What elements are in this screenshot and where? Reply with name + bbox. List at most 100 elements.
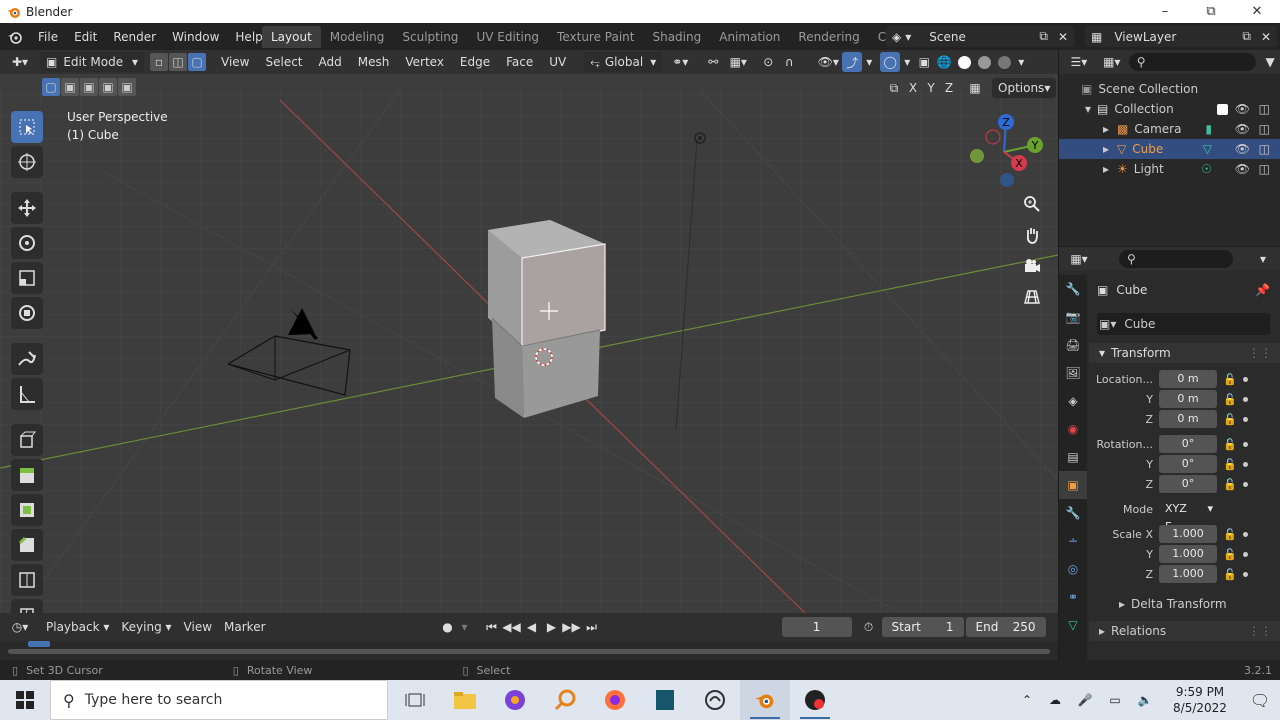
modifier-tab-icon[interactable]: 🔧 [1059, 499, 1087, 527]
menu-uv[interactable]: UV [541, 55, 574, 69]
scene-tab-icon[interactable]: ◈ [1059, 387, 1087, 415]
physics-tab-icon[interactable]: ◎ [1059, 555, 1087, 583]
new-scene-icon[interactable]: ⧉ [1039, 29, 1048, 44]
close-button[interactable]: ✕ [1234, 0, 1280, 23]
app-circle-icon[interactable] [490, 680, 540, 720]
falloff-icon[interactable]: ∩ [778, 52, 800, 72]
overlay-toggle-icon[interactable]: ◯ [880, 52, 901, 72]
gizmo-toggle-icon[interactable]: ⤴ [842, 52, 863, 72]
timeline-editor-type-icon[interactable]: ◷▾ [0, 617, 40, 637]
jump-start-icon[interactable]: ⏮ [482, 617, 502, 637]
lock-icon[interactable]: 🔓 [1223, 372, 1237, 386]
snap-icon[interactable]: ⚯ [702, 52, 724, 72]
menu-edit[interactable]: Edit [66, 30, 105, 44]
minimize-button[interactable]: – [1142, 0, 1188, 23]
select-subtract-icon[interactable]: ▣ [80, 78, 98, 96]
options-dropdown[interactable]: Options ▾ [992, 78, 1056, 98]
proportional-edit-icon[interactable]: ⊙ [758, 52, 778, 72]
delta-transform-panel[interactable]: ▸ Delta Transform [1089, 594, 1280, 614]
lock-icon[interactable]: 🔓 [1223, 477, 1237, 491]
tray-network-icon[interactable]: ☁ [1040, 693, 1070, 707]
lock-icon[interactable]: 🔓 [1223, 392, 1237, 406]
keyframe-dot-icon[interactable] [1243, 416, 1248, 422]
outliner-item-cube[interactable]: ▸ ▽ Cube ▽ 👁 ◫ [1059, 139, 1280, 159]
select-box-new-icon[interactable]: ▢ [42, 78, 60, 96]
camera-data-icon[interactable]: ▮ [1205, 122, 1212, 136]
timeline-scrubber[interactable] [0, 641, 1058, 660]
chevron-down-icon[interactable]: ▾ [862, 52, 876, 72]
delete-scene-icon[interactable]: ✕ [1058, 30, 1068, 44]
tab-modeling[interactable]: Modeling [321, 26, 394, 48]
outliner-item-camera[interactable]: ▸ ▩ Camera ▮ 👁 ◫ [1059, 119, 1280, 139]
current-frame-field[interactable]: 1 [781, 617, 852, 637]
timeline-scrollbar[interactable] [8, 649, 1050, 654]
scene-selector[interactable]: ◈ ▾ Scene ⧉ ✕ [886, 26, 1074, 47]
visibility-icon[interactable]: 👁▾ [814, 52, 842, 72]
tray-battery-icon[interactable]: ▭ [1100, 693, 1130, 707]
extrude-tool-icon[interactable] [11, 459, 43, 491]
scale-y-field[interactable]: 1.000 [1159, 545, 1217, 563]
menu-edge[interactable]: Edge [452, 55, 498, 69]
collection-checkbox[interactable] [1217, 103, 1228, 115]
render-camera-icon[interactable]: ◫ [1259, 142, 1270, 156]
display-mode-icon[interactable]: ▦▾ [1099, 52, 1125, 72]
collection-tab-icon[interactable]: ▤ [1059, 443, 1087, 471]
bevel-tool-icon[interactable] [11, 529, 43, 561]
navigation-gizmo[interactable]: Z Y X [962, 112, 1048, 192]
taskbar-clock[interactable]: 9:59 PM 8/5/2022 [1160, 684, 1240, 716]
menu-marker[interactable]: Marker [218, 620, 271, 634]
next-keyframe-icon[interactable]: ▶▶ [562, 617, 582, 637]
render-tab-icon[interactable]: 📷 [1059, 303, 1087, 331]
delete-viewlayer-icon[interactable]: ✕ [1261, 30, 1271, 44]
vertex-select-icon[interactable]: ▫ [150, 53, 168, 71]
transform-tool-icon[interactable] [11, 297, 43, 329]
mirror-x-toggle[interactable]: X [904, 78, 922, 98]
lock-icon[interactable]: 🔓 [1223, 547, 1237, 561]
keyframe-dot-icon[interactable] [1243, 551, 1248, 557]
keyframe-dot-icon[interactable] [1243, 376, 1248, 382]
properties-editor-type-icon[interactable]: ▦▾ [1059, 249, 1099, 269]
tray-chevron-up-icon[interactable]: ⌃ [1014, 693, 1040, 707]
xray-toggle-icon[interactable]: ▣ [914, 52, 934, 72]
location-x-field[interactable]: 0 m [1159, 370, 1217, 388]
tab-animation[interactable]: Animation [710, 26, 789, 48]
menu-vertex[interactable]: Vertex [397, 55, 452, 69]
new-viewlayer-icon[interactable]: ⧉ [1242, 29, 1251, 44]
end-frame-field[interactable]: End 250 [965, 617, 1046, 637]
constraints-tab-icon[interactable]: ⚭ [1059, 583, 1087, 611]
blender-menu-icon[interactable] [0, 30, 30, 44]
select-invert-icon[interactable]: ▣ [99, 78, 117, 96]
location-y-field[interactable]: 0 m [1159, 390, 1217, 408]
tool-tab-icon[interactable]: 🔧 [1059, 275, 1087, 303]
inset-tool-icon[interactable] [11, 494, 43, 526]
object-tab-icon[interactable]: ▣ [1059, 471, 1087, 499]
scale-z-field[interactable]: 1.000 [1159, 565, 1217, 583]
chevron-down-icon[interactable]: ▾ [458, 617, 472, 637]
render-camera-icon[interactable]: ◫ [1259, 122, 1270, 136]
menu-window[interactable]: Window [164, 30, 227, 44]
visibility-eye-icon[interactable]: 👁 [1235, 102, 1250, 116]
rotation-x-field[interactable]: 0° [1159, 435, 1217, 453]
maximize-button[interactable]: ⧉ [1188, 0, 1234, 23]
chevron-down-icon[interactable]: ▾ [900, 52, 914, 72]
move-tool-icon[interactable] [11, 192, 43, 224]
keyframe-dot-icon[interactable] [1243, 481, 1248, 487]
mirror-y-toggle[interactable]: Y [922, 78, 940, 98]
lock-icon[interactable]: 🔓 [1223, 412, 1237, 426]
menu-add[interactable]: Add [311, 55, 350, 69]
recorder-app-icon[interactable] [790, 680, 840, 720]
visibility-eye-icon[interactable]: 👁 [1235, 122, 1250, 136]
drag-handle-icon[interactable]: ⋮⋮ [1248, 346, 1272, 360]
relations-panel-header[interactable]: ▸ Relations ⋮⋮ [1089, 621, 1280, 641]
loop-cut-tool-icon[interactable] [11, 564, 43, 596]
lock-icon[interactable]: 🔓 [1223, 527, 1237, 541]
task-view-icon[interactable] [390, 680, 440, 720]
keyframe-dot-icon[interactable] [1243, 441, 1248, 447]
taskbar-search-input[interactable]: ⚲ Type here to search [50, 680, 388, 720]
knife-tool-icon[interactable] [11, 599, 43, 613]
pan-hand-icon[interactable] [1018, 221, 1046, 249]
pivot-point-icon[interactable]: ⚭▾ [666, 52, 694, 72]
auto-merge-icon[interactable]: ▦ [964, 78, 986, 98]
keyframe-dot-icon[interactable] [1243, 571, 1248, 577]
windows-start-icon[interactable] [0, 680, 50, 720]
